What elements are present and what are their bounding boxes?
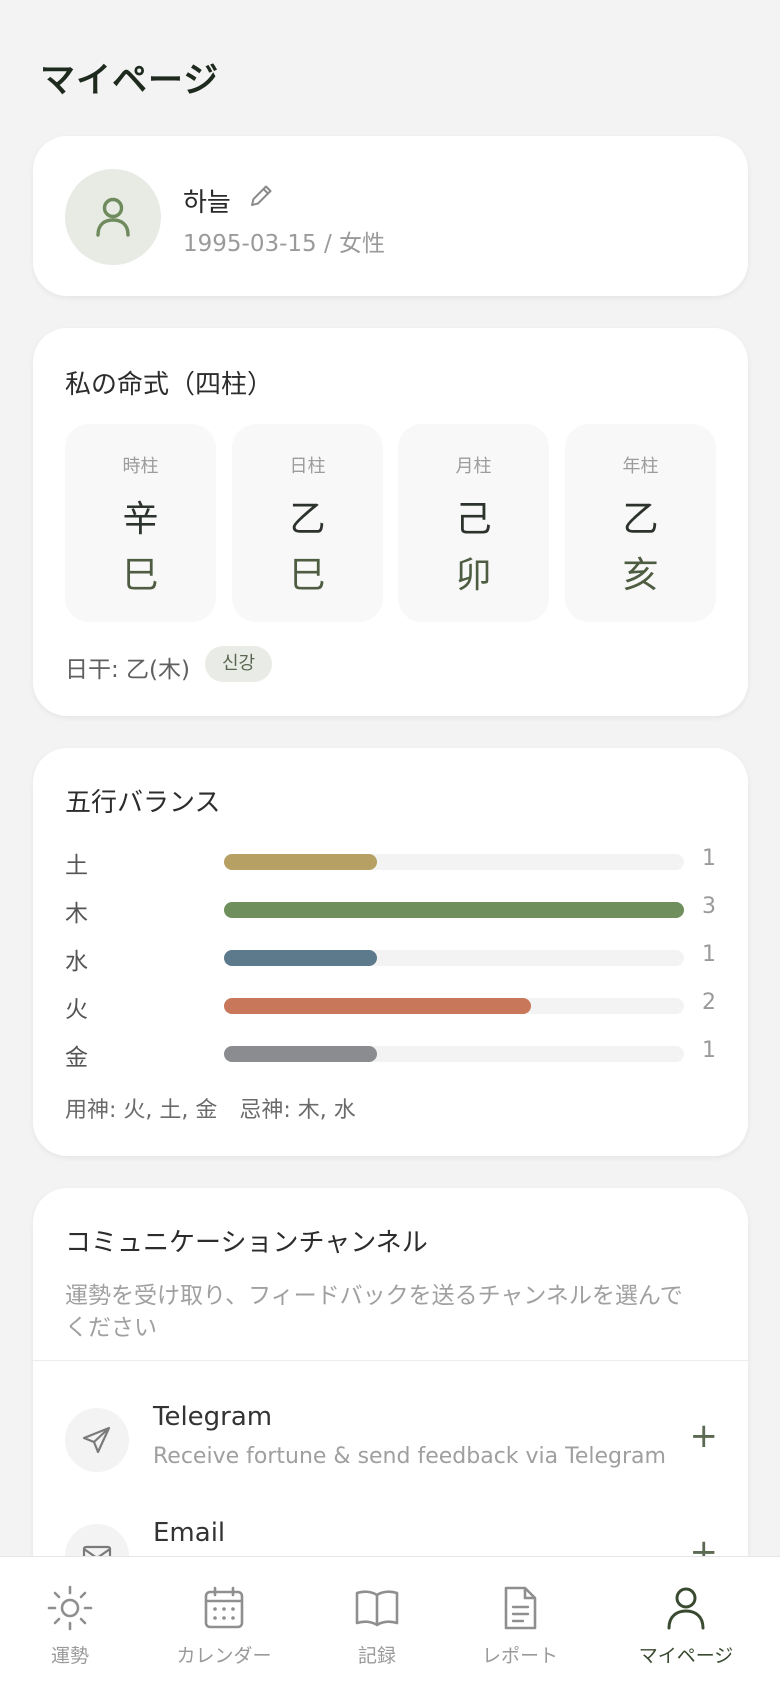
pillar-label: 日柱 xyxy=(289,456,326,477)
nav-report[interactable]: レポート xyxy=(445,1583,595,1668)
element-bar-fill xyxy=(224,902,684,918)
element-name: 木 xyxy=(65,901,88,927)
strength-badge: 신강 xyxy=(205,646,273,682)
pillar-day: 日柱 乙 巳 xyxy=(232,424,383,622)
element-bar-fill xyxy=(224,854,378,870)
pillar-branch: 亥 xyxy=(622,555,659,596)
channel-name: Email xyxy=(153,1518,226,1548)
element-name: 金 xyxy=(65,1045,88,1071)
sun-icon xyxy=(47,1585,93,1631)
pillar-label: 月柱 xyxy=(455,456,492,477)
element-bar-track xyxy=(224,854,684,870)
five-elements-card: 五行バランス 土 1 木 3 水 1 火 2 金 1 用神: 火, 土, 金 忌… xyxy=(33,748,748,1156)
pillar-stem: 乙 xyxy=(289,499,326,540)
nav-label: マイページ xyxy=(638,1645,734,1667)
element-count: 1 xyxy=(702,1038,716,1063)
five-elements-title: 五行バランス xyxy=(65,788,221,818)
my-page-screen: マイページ 하늘 1995-03-15 / 女性 私の命式（四柱） 時柱 辛 巳… xyxy=(0,0,780,1688)
element-name: 水 xyxy=(65,949,88,975)
profile-birth-gender: 1995-03-15 / 女性 xyxy=(183,231,386,257)
element-bar-fill xyxy=(224,998,531,1014)
element-row-water: 水 1 xyxy=(65,940,716,975)
user-icon xyxy=(96,197,130,237)
bottom-nav: 運勢 カレンダー 記録 レポート マイページ xyxy=(0,1556,780,1688)
pillar-branch: 巳 xyxy=(122,555,159,596)
profile-card: 하늘 1995-03-15 / 女性 xyxy=(33,136,748,296)
element-row-metal: 金 1 xyxy=(65,1036,716,1071)
avatar xyxy=(65,169,161,265)
nav-mypage[interactable]: マイページ xyxy=(611,1583,761,1668)
pillar-stem: 乙 xyxy=(622,499,659,540)
pillar-branch: 卯 xyxy=(455,555,492,596)
nav-label: カレンダー xyxy=(176,1645,272,1667)
element-row-earth: 土 1 xyxy=(65,844,716,879)
nav-label: 運勢 xyxy=(50,1645,89,1667)
pillar-hour: 時柱 辛 巳 xyxy=(65,424,216,622)
four-pillars-title: 私の命式（四柱） xyxy=(65,370,274,400)
pillar-year: 年柱 乙 亥 xyxy=(565,424,716,622)
element-bar-track xyxy=(224,1046,684,1062)
edit-pencil-icon[interactable] xyxy=(247,182,275,210)
element-count: 1 xyxy=(702,942,716,967)
pillar-label: 時柱 xyxy=(122,456,159,477)
element-name: 土 xyxy=(65,853,88,879)
nav-label: レポート xyxy=(481,1645,558,1667)
pillar-stem: 辛 xyxy=(122,499,159,540)
pillar-month: 月柱 己 卯 xyxy=(398,424,549,622)
day-master: 日干: 乙(木) xyxy=(65,657,191,683)
channel-name: Telegram xyxy=(153,1402,273,1432)
channel-row-telegram[interactable]: Telegram Receive fortune & send feedback… xyxy=(33,1394,748,1494)
profile-name: 하늘 xyxy=(183,188,231,218)
element-bar-fill xyxy=(224,950,378,966)
element-bar-track xyxy=(224,902,684,918)
nav-calendar[interactable]: カレンダー xyxy=(149,1583,299,1668)
page-title: マイページ xyxy=(40,61,220,101)
pillars-grid: 時柱 辛 巳 日柱 乙 巳 月柱 己 卯 年柱 乙 亥 xyxy=(65,424,716,622)
element-row-fire: 火 2 xyxy=(65,988,716,1023)
channels-title: コミュニケーションチャンネル xyxy=(65,1228,428,1258)
nav-record[interactable]: 記録 xyxy=(302,1583,452,1668)
user-icon xyxy=(667,1587,705,1630)
send-icon xyxy=(65,1408,129,1472)
channels-subtitle: 運勢を受け取り、フィードバックを送るチャンネルを選んでください xyxy=(65,1283,683,1341)
element-count: 2 xyxy=(702,990,716,1015)
yongsin-gisin-text: 用神: 火, 土, 金 忌神: 木, 水 xyxy=(65,1098,356,1123)
element-bar-track xyxy=(224,998,684,1014)
element-count: 1 xyxy=(702,846,716,871)
document-icon xyxy=(504,1586,537,1630)
channel-description: Receive fortune & send feedback via Tele… xyxy=(153,1444,666,1469)
element-bar-track xyxy=(224,950,684,966)
pillar-label: 年柱 xyxy=(622,456,659,477)
nav-fortune[interactable]: 運勢 xyxy=(0,1583,145,1668)
element-row-wood: 木 3 xyxy=(65,892,716,927)
element-name: 火 xyxy=(65,997,88,1023)
book-icon xyxy=(355,1590,399,1627)
element-bar-fill xyxy=(224,1046,378,1062)
add-telegram-button[interactable]: + xyxy=(690,1416,719,1456)
calendar-icon xyxy=(204,1586,244,1629)
four-pillars-card: 私の命式（四柱） 時柱 辛 巳 日柱 乙 巳 月柱 己 卯 年柱 乙 亥 日干:… xyxy=(33,328,748,716)
pillar-stem: 己 xyxy=(455,499,492,540)
nav-label: 記録 xyxy=(357,1645,396,1667)
pillar-branch: 巳 xyxy=(289,555,326,596)
divider xyxy=(33,1360,748,1361)
element-count: 3 xyxy=(702,894,716,919)
